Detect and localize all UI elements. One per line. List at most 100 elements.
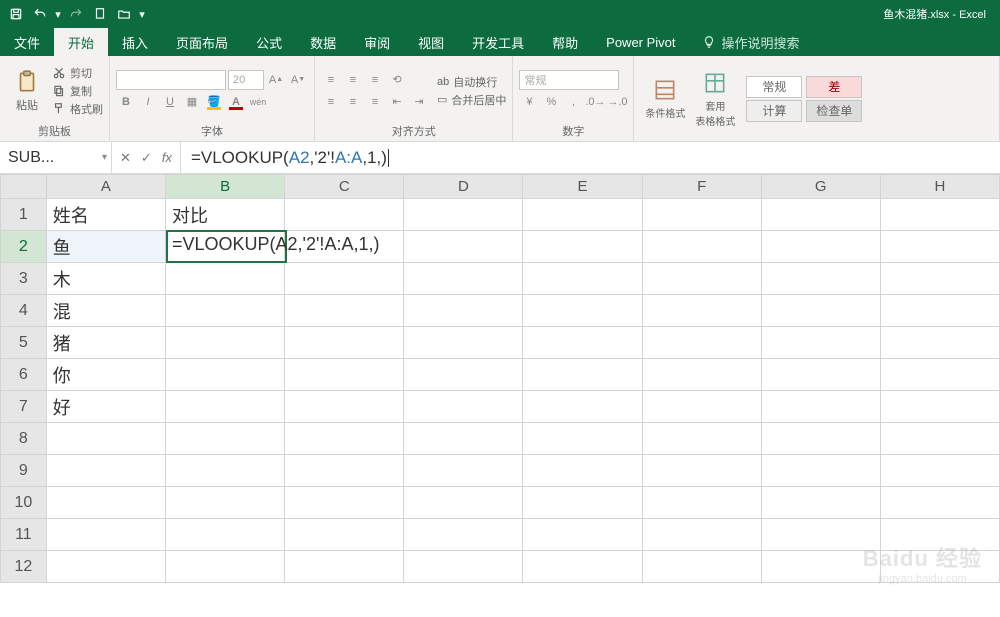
- italic-button[interactable]: I: [138, 92, 158, 112]
- fill-color-button[interactable]: 🪣: [204, 92, 224, 112]
- select-all-corner[interactable]: [1, 175, 47, 199]
- indent-increase-icon[interactable]: ⇥: [409, 92, 429, 112]
- tab-file[interactable]: 文件: [0, 28, 54, 56]
- border-button[interactable]: ▦: [182, 92, 202, 112]
- redo-icon[interactable]: [64, 2, 88, 26]
- qat-dropdown-icon[interactable]: ▾: [52, 2, 64, 26]
- cell-A1[interactable]: 姓名: [46, 199, 165, 231]
- column-header-D[interactable]: D: [404, 175, 523, 199]
- indent-decrease-icon[interactable]: ⇤: [387, 92, 407, 112]
- increase-font-icon[interactable]: A▲: [266, 70, 286, 90]
- tab-formulas[interactable]: 公式: [242, 28, 296, 56]
- decrease-decimal-icon[interactable]: →.0: [607, 92, 627, 112]
- bold-button[interactable]: B: [116, 92, 136, 112]
- group-font: 20 A▲ A▼ B I U ▦ 🪣 A wén 字体: [110, 56, 315, 141]
- decrease-font-icon[interactable]: A▼: [288, 70, 308, 90]
- cell-A4[interactable]: 混: [46, 295, 165, 327]
- cell-B1[interactable]: 对比: [166, 199, 285, 231]
- row-header-5[interactable]: 5: [1, 327, 47, 359]
- tab-developer[interactable]: 开发工具: [458, 28, 538, 56]
- column-header-E[interactable]: E: [523, 175, 642, 199]
- number-format-select[interactable]: 常规: [519, 70, 619, 90]
- row-header-4[interactable]: 4: [1, 295, 47, 327]
- row-header-1[interactable]: 1: [1, 199, 47, 231]
- comma-icon[interactable]: ,: [563, 92, 583, 112]
- wrap-text-button[interactable]: ab自动换行: [437, 74, 506, 90]
- group-styles: 条件格式 套用 表格格式 常规 计算 差 检查单: [634, 56, 1000, 141]
- cell-A3[interactable]: 木: [46, 263, 165, 295]
- cell-A7[interactable]: 好: [46, 391, 165, 423]
- column-header-C[interactable]: C: [285, 175, 404, 199]
- row-header-9[interactable]: 9: [1, 455, 47, 487]
- paste-button[interactable]: 粘贴: [6, 59, 48, 123]
- tab-pagelayout[interactable]: 页面布局: [162, 28, 242, 56]
- tab-review[interactable]: 审阅: [350, 28, 404, 56]
- row-header-8[interactable]: 8: [1, 423, 47, 455]
- row-header-11[interactable]: 11: [1, 519, 47, 551]
- align-right-icon[interactable]: ≡: [365, 92, 385, 112]
- formula-input[interactable]: =VLOOKUP(A2,'2'!A:A,1,): [181, 142, 1000, 173]
- style-check[interactable]: 检查单: [806, 100, 862, 122]
- row-header-6[interactable]: 6: [1, 359, 47, 391]
- save-icon[interactable]: [4, 2, 28, 26]
- align-bottom-icon[interactable]: ≡: [365, 70, 385, 90]
- font-family-select[interactable]: [116, 70, 226, 90]
- tab-powerpivot[interactable]: Power Pivot: [592, 28, 689, 56]
- formula-bar: SUB... ▾ ✕ ✓ fx =VLOOKUP(A2,'2'!A:A,1,): [0, 142, 1000, 174]
- align-center-icon[interactable]: ≡: [343, 92, 363, 112]
- column-header-H[interactable]: H: [880, 175, 999, 199]
- table-format-button[interactable]: 套用 表格格式: [690, 67, 740, 131]
- tab-help[interactable]: 帮助: [538, 28, 592, 56]
- column-header-F[interactable]: F: [642, 175, 761, 199]
- cell-B2[interactable]: [166, 231, 285, 263]
- open-file-icon[interactable]: [112, 2, 136, 26]
- tab-home[interactable]: 开始: [54, 28, 108, 56]
- column-header-G[interactable]: G: [761, 175, 880, 199]
- row-header-12[interactable]: 12: [1, 551, 47, 583]
- phonetic-button[interactable]: wén: [248, 92, 268, 112]
- font-color-button[interactable]: A: [226, 92, 246, 112]
- fx-button[interactable]: fx: [162, 150, 172, 165]
- format-painter-button[interactable]: 格式刷: [52, 101, 103, 117]
- tab-data[interactable]: 数据: [296, 28, 350, 56]
- tell-me-search[interactable]: 操作说明搜索: [690, 28, 812, 56]
- orientation-icon[interactable]: ⟲: [387, 70, 407, 90]
- cell-C1[interactable]: [285, 199, 404, 231]
- merge-center-button[interactable]: ▭合并后居中: [437, 92, 506, 108]
- row-header-3[interactable]: 3: [1, 263, 47, 295]
- group-label-number: 数字: [519, 123, 627, 141]
- tab-insert[interactable]: 插入: [108, 28, 162, 56]
- qat-more-icon[interactable]: ▾: [136, 2, 148, 26]
- align-middle-icon[interactable]: ≡: [343, 70, 363, 90]
- row-header-2[interactable]: 2: [1, 231, 47, 263]
- group-label-alignment: 对齐方式: [321, 123, 506, 141]
- new-file-icon[interactable]: [88, 2, 112, 26]
- cell-A5[interactable]: 猪: [46, 327, 165, 359]
- row-header-10[interactable]: 10: [1, 487, 47, 519]
- currency-icon[interactable]: ¥: [519, 92, 539, 112]
- cell-A2[interactable]: 鱼: [46, 231, 165, 263]
- cancel-formula-button[interactable]: ✕: [120, 150, 131, 166]
- style-bad[interactable]: 差: [806, 76, 862, 98]
- chevron-down-icon[interactable]: ▾: [102, 152, 107, 163]
- percent-icon[interactable]: %: [541, 92, 561, 112]
- style-normal[interactable]: 常规: [746, 76, 802, 98]
- column-header-B[interactable]: B: [166, 175, 285, 199]
- enter-formula-button[interactable]: ✓: [141, 150, 152, 166]
- cell-A6[interactable]: 你: [46, 359, 165, 391]
- tab-view[interactable]: 视图: [404, 28, 458, 56]
- increase-decimal-icon[interactable]: .0→: [585, 92, 605, 112]
- cut-button[interactable]: 剪切: [52, 65, 103, 81]
- conditional-format-button[interactable]: 条件格式: [640, 67, 690, 131]
- row-header-7[interactable]: 7: [1, 391, 47, 423]
- align-left-icon[interactable]: ≡: [321, 92, 341, 112]
- name-box[interactable]: SUB... ▾: [0, 142, 112, 173]
- undo-icon[interactable]: [28, 2, 52, 26]
- column-header-A[interactable]: A: [46, 175, 165, 199]
- spreadsheet-grid[interactable]: A B C D E F G H 1姓名对比 2鱼 3木 4混 5猪 6你 7好 …: [0, 174, 1000, 617]
- style-calc[interactable]: 计算: [746, 100, 802, 122]
- underline-button[interactable]: U: [160, 92, 180, 112]
- font-size-select[interactable]: 20: [228, 70, 264, 90]
- copy-button[interactable]: 复制: [52, 83, 103, 99]
- align-top-icon[interactable]: ≡: [321, 70, 341, 90]
